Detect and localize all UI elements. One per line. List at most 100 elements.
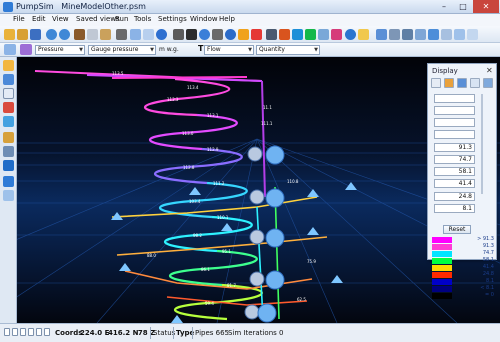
print-icon[interactable] (116, 29, 127, 40)
warning-icon[interactable] (238, 29, 249, 40)
surface-pipes (34, 70, 266, 198)
arrows-icon[interactable] (3, 176, 14, 187)
menu-view[interactable]: View (52, 15, 69, 23)
grid-icon[interactable] (358, 29, 369, 40)
undo-icon[interactable] (46, 29, 57, 40)
arrow-blue-icon[interactable] (292, 29, 303, 40)
previous-page-icon[interactable] (12, 328, 18, 336)
layout-icon[interactable] (441, 29, 452, 40)
tab-layers-icon[interactable] (483, 78, 493, 88)
range-value-field[interactable]: 8.1 (434, 204, 475, 213)
info-icon[interactable] (225, 29, 236, 40)
sump-icon (307, 189, 319, 197)
range-slider[interactable] (481, 94, 483, 194)
pattern-icon[interactable] (331, 29, 342, 40)
gear-icon[interactable] (318, 29, 329, 40)
maximize-button[interactable]: □ (454, 0, 472, 13)
range-value-field[interactable]: 58.1 (434, 167, 475, 176)
range-value-field[interactable] (434, 94, 475, 103)
stop-icon[interactable] (44, 328, 50, 336)
rotate-tool-icon[interactable] (3, 116, 14, 127)
range-value-field[interactable] (434, 118, 475, 127)
zoom-icon[interactable] (3, 190, 14, 201)
menu-file[interactable]: File (13, 15, 25, 23)
menu-run[interactable]: Run (115, 15, 128, 23)
paste-icon[interactable] (100, 29, 111, 40)
view-icon[interactable] (402, 29, 413, 40)
brush-icon[interactable] (3, 132, 14, 143)
pump-icon[interactable] (199, 29, 210, 40)
cursor-icon[interactable] (4, 44, 16, 55)
node-label: 75.9 (307, 259, 316, 264)
wrench-icon[interactable] (212, 29, 223, 40)
level-drifts (111, 186, 328, 320)
menu-bar: File Edit View Saved views Run Tools Set… (0, 14, 500, 26)
menu-tools[interactable]: Tools (134, 15, 151, 23)
redo-icon[interactable] (59, 29, 70, 40)
pressure-type-select[interactable]: Gauge pressure ▼ (88, 45, 156, 55)
at-icon[interactable] (345, 29, 356, 40)
save-icon[interactable] (30, 29, 41, 40)
node-label: 95.1 (222, 249, 231, 254)
move-tool-icon[interactable] (3, 102, 14, 113)
close-button[interactable]: ✕ (473, 0, 499, 13)
menu-saved-views[interactable]: Saved views (76, 15, 120, 23)
minimize-button[interactable]: – (435, 0, 453, 13)
menu-help[interactable]: Help (219, 15, 235, 23)
delete-icon[interactable] (251, 29, 262, 40)
menu-settings[interactable]: Settings (158, 15, 187, 23)
text-tool-icon[interactable]: T (198, 44, 203, 53)
sump-icon (307, 227, 319, 235)
menu-window[interactable]: Window (190, 15, 218, 23)
range-value-field[interactable]: 74.7 (434, 155, 475, 164)
pen-icon[interactable] (173, 29, 184, 40)
pencil-icon[interactable] (186, 29, 197, 40)
palette-icon[interactable] (20, 44, 32, 55)
diagram-icon[interactable] (454, 29, 465, 40)
first-page-icon[interactable] (4, 328, 10, 336)
range-value-field[interactable] (434, 130, 475, 139)
open-folder-icon[interactable] (17, 29, 28, 40)
display-panel-close-button[interactable]: ✕ (486, 66, 493, 75)
measure-select[interactable]: Pressure ▼ (35, 45, 85, 55)
tree-icon[interactable] (467, 29, 478, 40)
tab-grid-icon[interactable] (431, 78, 441, 88)
tab-nodes-icon[interactable] (457, 78, 467, 88)
last-page-icon[interactable] (28, 328, 34, 336)
camera-icon[interactable] (389, 29, 400, 40)
next-page-icon[interactable] (20, 328, 26, 336)
refresh-icon[interactable] (36, 328, 42, 336)
select-icon[interactable] (130, 29, 141, 40)
arrow-right-icon[interactable] (279, 29, 290, 40)
sump-icon (221, 223, 233, 231)
folder-icon[interactable] (3, 60, 14, 71)
check-icon[interactable] (3, 160, 14, 171)
new-file-icon[interactable] (4, 29, 15, 40)
globe-icon[interactable] (156, 29, 167, 40)
arrow-green-icon[interactable] (305, 29, 316, 40)
flow-icon[interactable] (415, 29, 426, 40)
range-value-field[interactable] (434, 106, 475, 115)
table-icon[interactable] (3, 74, 14, 85)
tab-labels-icon[interactable] (470, 78, 480, 88)
main-toolbar (0, 26, 500, 43)
app-icon (3, 2, 13, 12)
menu-edit[interactable]: Edit (32, 15, 46, 23)
copy-icon[interactable] (87, 29, 98, 40)
coords-label: Coords (55, 329, 83, 337)
measure-icon[interactable] (3, 146, 14, 157)
range-value-field[interactable]: 41.4 (434, 179, 475, 188)
range-value-field[interactable]: 24.8 (434, 192, 475, 201)
cut-icon[interactable] (74, 29, 85, 40)
pointer-tool-icon[interactable] (3, 88, 14, 99)
flow-select[interactable]: Flow ▼ (204, 45, 254, 55)
quantity-select[interactable]: Quantity ▼ (256, 45, 320, 55)
network-icon[interactable] (428, 29, 439, 40)
reset-button[interactable]: Reset (443, 225, 471, 234)
legend-swatch (432, 251, 452, 257)
tab-pipes-icon[interactable] (444, 78, 454, 88)
scissors-icon[interactable] (266, 29, 277, 40)
pointer-icon[interactable] (143, 29, 154, 40)
layer-icon[interactable] (376, 29, 387, 40)
range-value-field[interactable]: 91.3 (434, 143, 475, 152)
